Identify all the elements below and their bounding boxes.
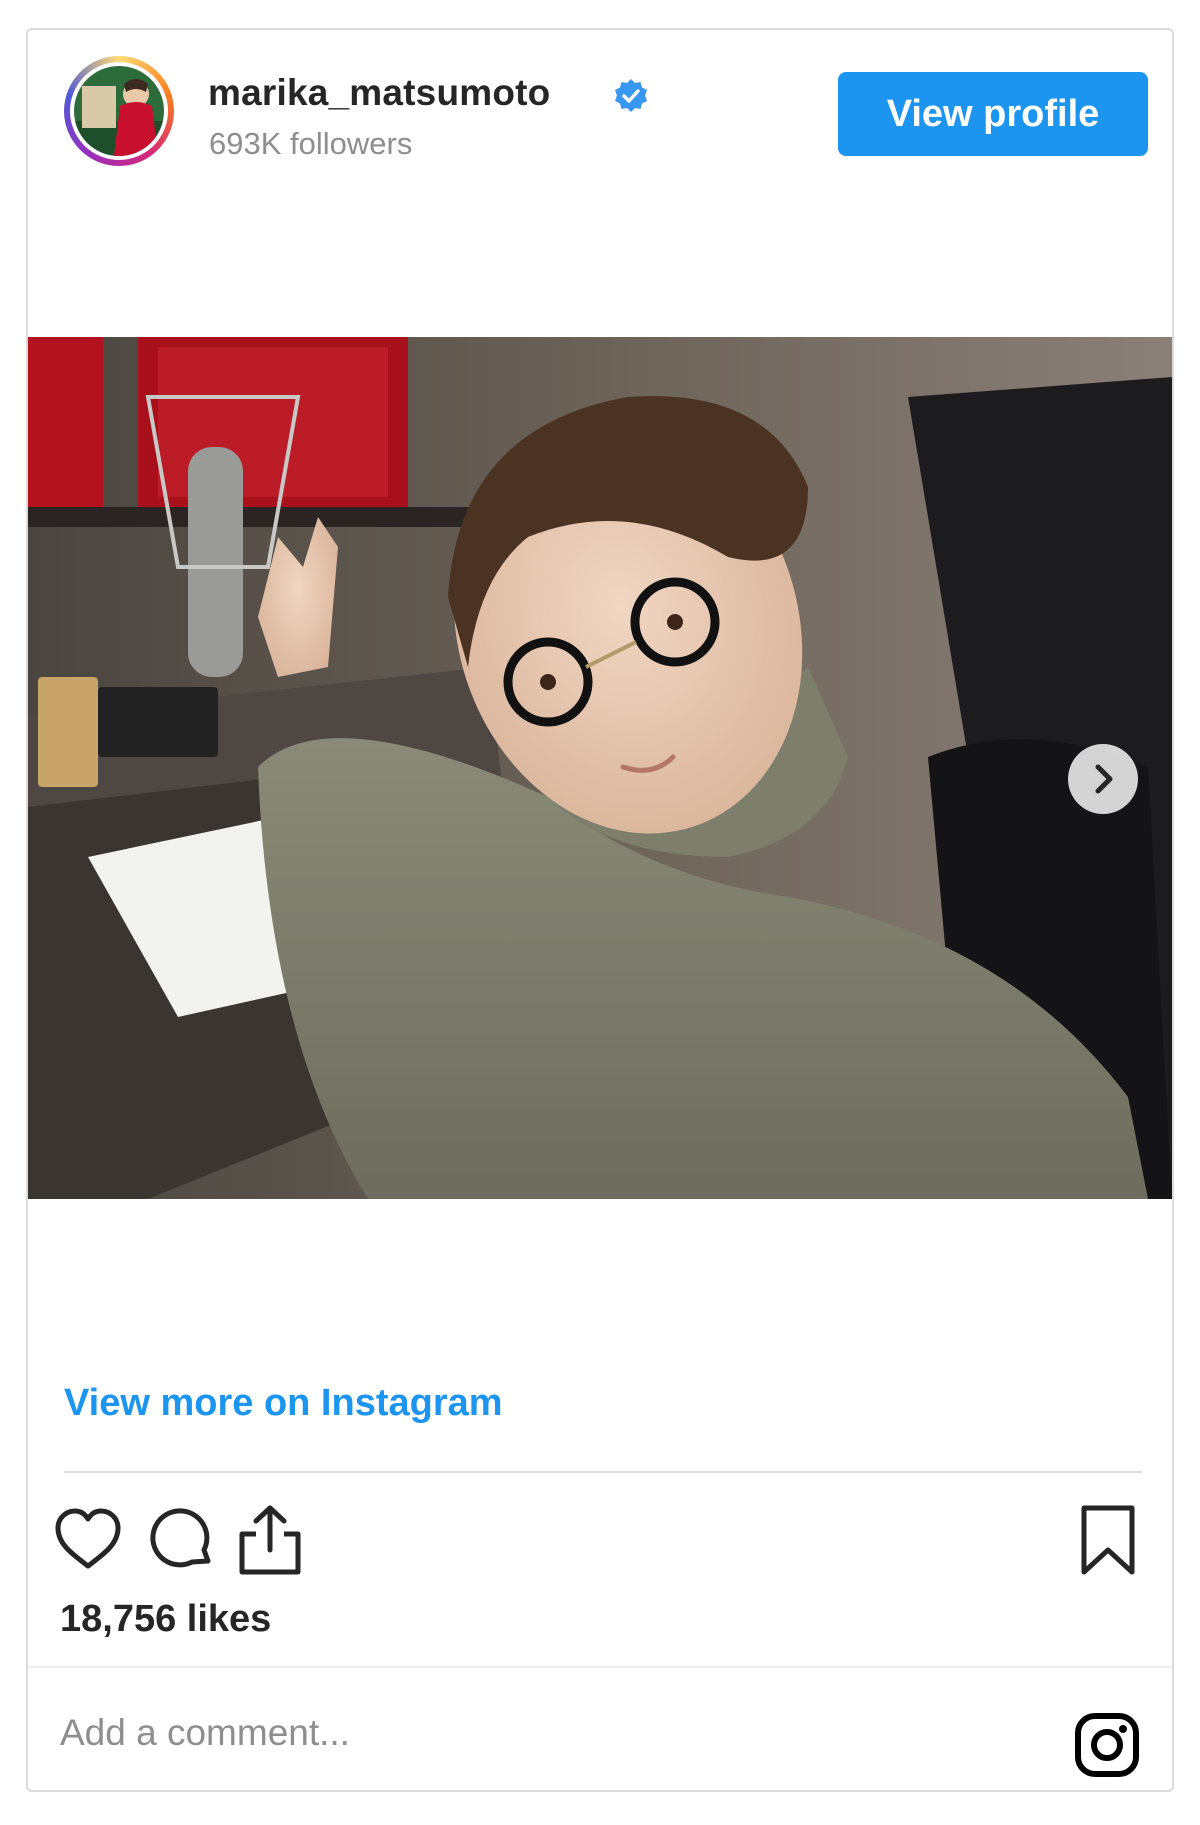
next-photo-button[interactable] bbox=[1068, 744, 1138, 814]
follower-count: 693K followers bbox=[209, 126, 413, 161]
comment-input[interactable]: Add a comment... bbox=[60, 1712, 350, 1754]
verified-badge-icon bbox=[613, 78, 649, 114]
view-profile-button[interactable]: View profile bbox=[838, 72, 1148, 156]
like-count: 18,756 likes bbox=[60, 1598, 272, 1640]
bookmark-icon[interactable] bbox=[1076, 1504, 1140, 1576]
post-header: marika_matsumoto 693K followers View pro… bbox=[28, 30, 1172, 200]
post-photo[interactable] bbox=[28, 337, 1172, 1199]
username[interactable]: marika_matsumoto bbox=[208, 72, 551, 114]
avatar-image bbox=[70, 62, 168, 160]
instagram-logo-icon[interactable] bbox=[1074, 1712, 1140, 1778]
divider bbox=[64, 1471, 1142, 1473]
view-more-link[interactable]: View more on Instagram bbox=[64, 1382, 503, 1425]
chevron-right-icon bbox=[1095, 764, 1113, 794]
heart-icon[interactable] bbox=[52, 1504, 124, 1576]
instagram-embed-card: marika_matsumoto 693K followers View pro… bbox=[26, 28, 1174, 1792]
post-photo-illustration bbox=[28, 337, 1172, 1199]
divider bbox=[28, 1666, 1172, 1668]
action-bar bbox=[28, 1500, 1172, 1580]
share-icon[interactable] bbox=[234, 1502, 306, 1578]
comment-bubble-icon[interactable] bbox=[146, 1504, 218, 1576]
avatar[interactable] bbox=[64, 56, 174, 166]
